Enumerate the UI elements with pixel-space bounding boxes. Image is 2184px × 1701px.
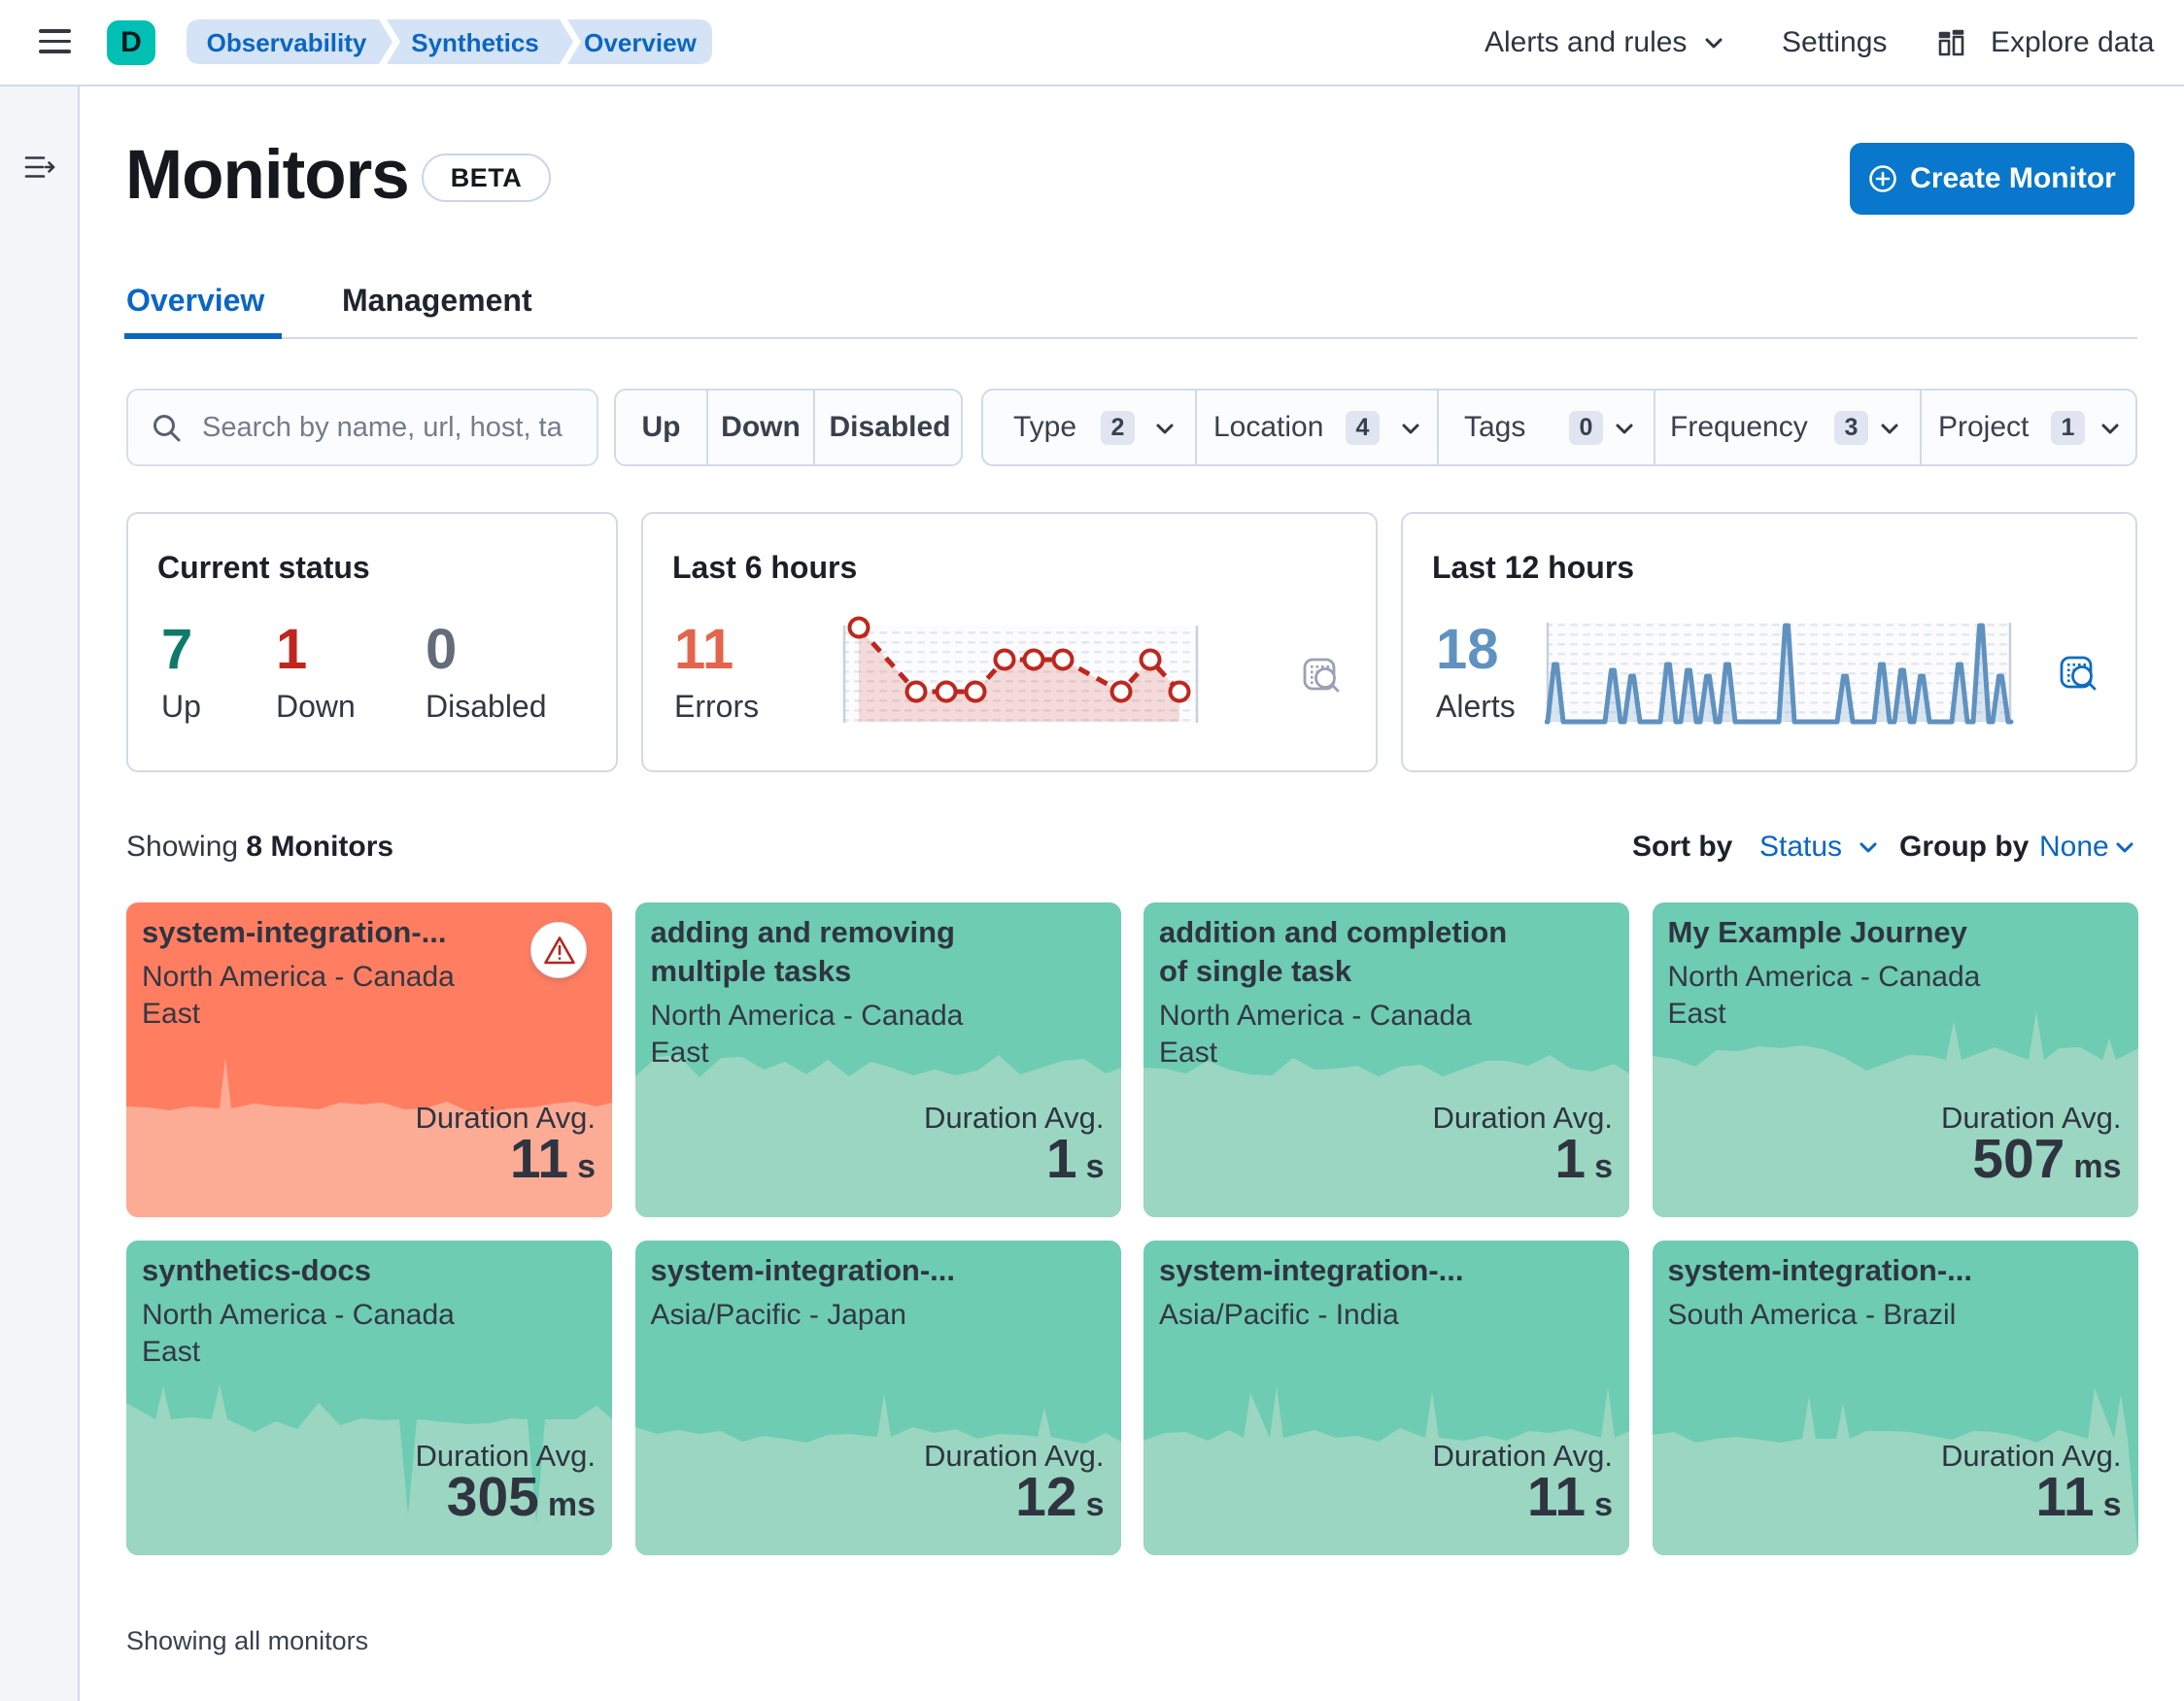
svg-text:Overview: Overview	[584, 28, 697, 57]
svg-text:Synthetics: Synthetics	[411, 28, 539, 57]
svg-text:Observability: Observability	[207, 28, 367, 57]
